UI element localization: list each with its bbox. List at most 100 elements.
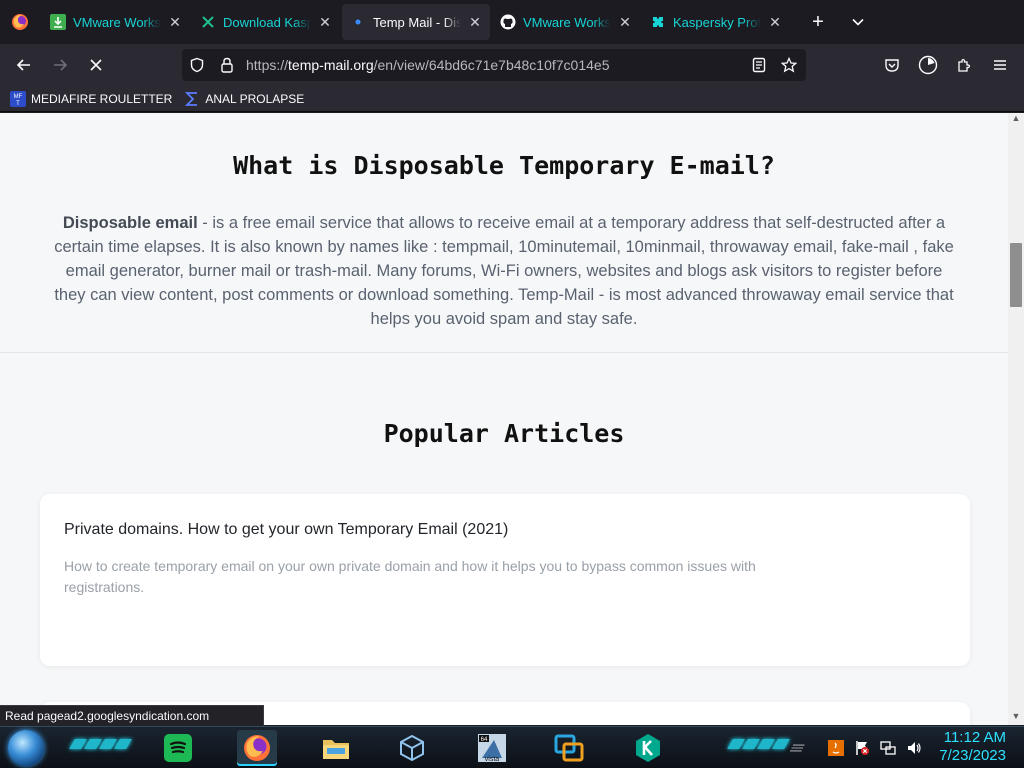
tab-close-icon[interactable]: ✕ <box>618 14 632 31</box>
tab-vmware-github[interactable]: VMware Workstation ✕ <box>492 4 640 40</box>
firefox-menu-button[interactable] <box>0 0 40 44</box>
bookmark-star-icon[interactable] <box>774 57 804 73</box>
chevron-down-icon <box>852 18 864 26</box>
svg-text:MF: MF <box>14 94 23 100</box>
extension-button[interactable] <box>910 49 946 81</box>
mediafire-icon: MFT <box>10 90 26 107</box>
taskbar-decoration <box>69 739 132 753</box>
java-update-icon[interactable] <box>828 740 844 756</box>
tab-label: Kaspersky Protect <box>673 14 761 30</box>
folder-icon <box>323 740 349 759</box>
clock-time: 11:12 AM <box>943 729 1006 746</box>
pocket-icon <box>885 59 899 72</box>
network-icon[interactable] <box>880 740 896 756</box>
show-desktop-lines-icon[interactable] <box>790 740 806 756</box>
list-all-tabs-button[interactable] <box>840 4 876 40</box>
url-scheme: https:// <box>246 57 289 73</box>
vista-tool-icon: 64 vista <box>478 734 506 763</box>
article-card[interactable]: Private domains. How to get your own Tem… <box>40 494 970 666</box>
shield-icon[interactable] <box>182 57 212 73</box>
taskbar-vmware[interactable] <box>549 730 589 766</box>
disposable-email-heading: What is Disposable Temporary E-mail? <box>233 151 775 180</box>
taskbar-clock[interactable]: 11:12 AM 7/23/2023 <box>939 729 1006 765</box>
reader-view-icon[interactable] <box>744 57 774 73</box>
popular-articles-heading: Popular Articles <box>383 419 625 448</box>
tab-close-icon[interactable]: ✕ <box>468 14 482 31</box>
url-bar[interactable]: https://temp-mail.org/en/view/64bd6c71e7… <box>182 49 806 81</box>
url-text[interactable]: https://temp-mail.org/en/view/64bd6c71e7… <box>246 57 744 73</box>
spotify-icon <box>164 734 192 762</box>
taskbar-decoration <box>727 739 790 753</box>
taskbar: 64 vista 11:12 AM 7/23/2023 <box>0 726 1024 768</box>
arrow-left-icon <box>16 59 30 71</box>
sigma-icon <box>185 91 198 106</box>
tab-label: VMware Workstation <box>73 14 161 30</box>
kaspersky-puzzle-icon <box>650 14 666 30</box>
taskbar-file-explorer[interactable] <box>316 730 356 766</box>
scrollbar-thumb[interactable] <box>1010 243 1022 307</box>
puzzle-icon <box>958 58 971 72</box>
download-icon <box>50 14 66 30</box>
article-description: How to create temporary email on your ow… <box>64 558 756 595</box>
clock-date: 7/23/2023 <box>939 747 1006 764</box>
url-path: /en/view/64bd6c71e7b48c10f7c014e5 <box>373 57 610 73</box>
lock-icon[interactable] <box>212 57 242 73</box>
bookmark-label: ANAL PROLAPSE <box>205 91 305 106</box>
new-tab-button[interactable]: + <box>800 4 836 40</box>
tab-strip: VMware Workstation ✕ Download Kaspersky … <box>0 0 1024 44</box>
action-center-flag-icon[interactable] <box>854 740 870 756</box>
arrow-right-icon <box>54 59 68 71</box>
tab-vmware-download[interactable]: VMware Workstation ✕ <box>42 4 190 40</box>
tab-label: Temp Mail - Disposable <box>373 14 461 30</box>
scroll-down-icon[interactable]: ▼ <box>1008 711 1024 725</box>
tab-close-icon[interactable]: ✕ <box>768 14 782 31</box>
close-icon <box>90 59 102 71</box>
taskbar-virtualbox[interactable] <box>392 730 432 766</box>
vmware-icon <box>554 734 584 762</box>
firefox-icon <box>12 14 28 30</box>
kaspersky-icon <box>200 14 216 30</box>
tab-temp-mail[interactable]: Temp Mail - Disposable ✕ <box>342 4 490 40</box>
taskbar-kaspersky[interactable] <box>628 730 668 766</box>
article-title[interactable]: Private domains. How to get your own Tem… <box>64 521 508 539</box>
pocket-button[interactable] <box>874 49 910 81</box>
tab-kaspersky-protect[interactable]: Kaspersky Protect ✕ <box>642 4 790 40</box>
start-orb-button[interactable] <box>8 730 44 766</box>
bookmark-anal-prolapse[interactable]: ANAL PROLAPSE <box>184 91 304 107</box>
github-icon <box>500 14 516 30</box>
volume-icon[interactable] <box>906 740 922 756</box>
disposable-email-description: Disposable email - is a free email servi… <box>48 211 960 331</box>
section-divider <box>0 352 1008 353</box>
back-button[interactable] <box>6 49 42 81</box>
bookmarks-toolbar: MF T MEDIAFIRE ROULETTER ANAL PROLAPSE <box>0 86 1024 112</box>
vista-label: vista <box>485 756 500 763</box>
extensions-button[interactable] <box>946 49 982 81</box>
tab-close-icon[interactable]: ✕ <box>168 14 182 31</box>
status-panel: Read pagead2.googlesyndication.com <box>0 705 264 726</box>
taskbar-spotify[interactable] <box>158 730 198 766</box>
kaspersky-k-icon <box>636 734 660 762</box>
tab-label: VMware Workstation <box>523 14 611 30</box>
intro-bold-term: Disposable email <box>62 214 198 232</box>
vista-badge: 64 <box>481 737 488 743</box>
hamburger-menu-icon <box>994 60 1006 70</box>
stop-loading-button[interactable] <box>78 49 114 81</box>
loading-dot-icon <box>350 14 366 30</box>
bookmark-mediafire-rouletter[interactable]: MF T MEDIAFIRE ROULETTER <box>10 90 172 107</box>
tab-close-icon[interactable]: ✕ <box>318 14 332 31</box>
web-page-content: What is Disposable Temporary E-mail? Dis… <box>0 113 1008 725</box>
url-host: temp-mail.org <box>288 57 374 73</box>
page-scrollbar[interactable]: ▲ ▼ <box>1008 113 1024 725</box>
navigation-toolbar: https://temp-mail.org/en/view/64bd6c71e7… <box>0 44 1024 86</box>
firefox-icon <box>244 735 270 761</box>
scroll-up-icon[interactable]: ▲ <box>1008 113 1024 127</box>
app-menu-button[interactable] <box>982 49 1018 81</box>
taskbar-firefox[interactable] <box>237 730 277 766</box>
system-tray <box>790 727 922 768</box>
power-gauge-icon <box>918 55 938 75</box>
tab-download-kaspersky[interactable]: Download Kaspersky ✕ <box>192 4 340 40</box>
taskbar-vista-tool[interactable]: 64 vista <box>472 730 512 766</box>
tab-label: Download Kaspersky <box>223 14 311 30</box>
forward-button[interactable] <box>42 49 78 81</box>
svg-text:T: T <box>16 101 20 107</box>
